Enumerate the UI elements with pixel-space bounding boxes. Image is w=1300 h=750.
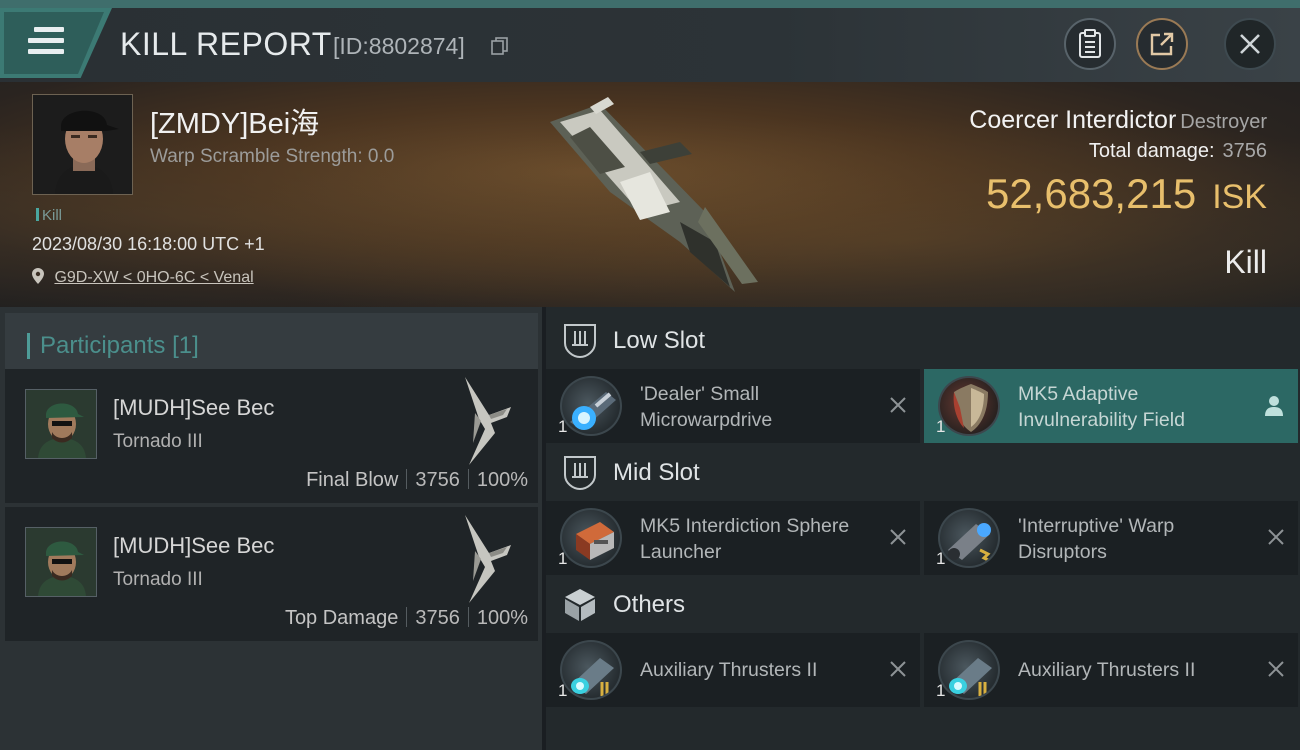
microwarpdrive-icon bbox=[560, 376, 622, 436]
participant-ship-image bbox=[465, 515, 511, 603]
mid-slot-title: Mid Slot bbox=[613, 459, 700, 486]
participant-stats: Final Blow 3756 100% bbox=[306, 469, 528, 492]
clipboard-button[interactable] bbox=[1064, 18, 1116, 70]
participant-role: Final Blow bbox=[306, 469, 399, 491]
module-name: MK5 Adaptive Invulnerability Field bbox=[1018, 383, 1185, 431]
participants-header: Participants [1] bbox=[5, 313, 538, 371]
participants-title: Participants bbox=[40, 332, 166, 359]
thruster-icon bbox=[560, 640, 622, 700]
module-quantity: 1 bbox=[936, 681, 946, 700]
participant-card[interactable]: [MUDH]See Bec Tornado III Top Damage 3756… bbox=[5, 507, 538, 641]
module-item[interactable]: 1 'Dealer' Small Microwarpdrive bbox=[546, 369, 920, 443]
mid-slot-header: Mid Slot bbox=[546, 445, 1300, 501]
low-slot-icon bbox=[564, 324, 596, 359]
participant-card[interactable]: [MUDH]See Bec Tornado III Final Blow 3756… bbox=[5, 369, 538, 503]
remove-icon[interactable] bbox=[1266, 659, 1286, 679]
participants-count: [1] bbox=[172, 332, 199, 359]
participant-stats: Top Damage 3756 100% bbox=[285, 607, 528, 630]
participant-avatar[interactable] bbox=[25, 389, 97, 459]
total-damage: Total damage: 3756 bbox=[1089, 140, 1267, 163]
kill-tag: Kill bbox=[36, 207, 62, 224]
close-button[interactable] bbox=[1224, 18, 1276, 70]
isk-unit: ISK bbox=[1212, 178, 1267, 216]
participant-name: [MUDH]See Bec bbox=[113, 533, 275, 558]
report-id: [ID:8802874] bbox=[333, 33, 465, 59]
module-quantity: 1 bbox=[558, 549, 568, 568]
participant-percent: 100% bbox=[476, 607, 528, 629]
launcher-icon bbox=[560, 508, 622, 568]
remove-icon[interactable] bbox=[888, 659, 908, 679]
others-box-icon bbox=[565, 589, 595, 621]
share-button[interactable] bbox=[1136, 18, 1188, 70]
others-header: Others bbox=[546, 577, 1300, 633]
ship-name: Coercer Interdictor bbox=[969, 106, 1177, 134]
low-slot-title: Low Slot bbox=[613, 327, 706, 354]
person-icon bbox=[1265, 396, 1283, 416]
module-item[interactable]: 1 MK5 Adaptive Invulnerability Field bbox=[924, 369, 1298, 443]
warp-scramble-strength: Warp Scramble Strength: 0.0 bbox=[150, 146, 395, 167]
isk-amount: 52,683,215 bbox=[985, 170, 1197, 217]
participant-avatar[interactable] bbox=[25, 527, 97, 597]
others-title: Others bbox=[613, 591, 686, 618]
module-quantity: 1 bbox=[936, 549, 946, 568]
module-name: 'Interruptive' Warp Disruptors bbox=[1018, 515, 1175, 563]
kill-datetime: 2023/08/30 16:18:00 UTC +1 bbox=[32, 234, 265, 254]
module-name: Auxiliary Thrusters II bbox=[1018, 659, 1196, 681]
share-icon bbox=[1150, 32, 1174, 56]
ship-class: Destroyer bbox=[1180, 111, 1267, 133]
remove-icon[interactable] bbox=[888, 527, 908, 547]
mid-slot-icon bbox=[564, 456, 596, 491]
thruster-icon bbox=[938, 640, 1000, 700]
module-item[interactable]: 1 Auxiliary Thrusters II bbox=[924, 633, 1298, 707]
participant-ship-image bbox=[465, 377, 511, 465]
total-damage-label: Total damage: bbox=[1088, 140, 1215, 162]
ship-type: Coercer Interdictor Destroyer bbox=[969, 106, 1267, 135]
kill-result: Kill bbox=[1224, 244, 1267, 280]
module-name: Auxiliary Thrusters II bbox=[640, 659, 818, 681]
total-damage-value: 3756 bbox=[1222, 140, 1268, 162]
victim-avatar[interactable] bbox=[32, 94, 133, 195]
participant-role: Top Damage bbox=[284, 607, 399, 629]
module-item[interactable]: 1 'Interruptive' Warp Disruptors bbox=[924, 501, 1298, 575]
module-quantity: 1 bbox=[558, 681, 568, 700]
fitting-panel: Low Slot 1 'Dealer' Small Microwarpdrive… bbox=[546, 307, 1300, 750]
menu-icon[interactable] bbox=[28, 27, 64, 57]
module-quantity: 1 bbox=[936, 417, 946, 436]
victim-summary: [ZMDY]Bei海 Warp Scramble Strength: 0.0 K… bbox=[0, 82, 1300, 307]
participant-percent: 100% bbox=[476, 469, 528, 491]
header-bar: KILL REPORT [ID:8802874] bbox=[0, 0, 1300, 82]
module-name: 'Dealer' Small Microwarpdrive bbox=[640, 383, 773, 431]
participants-panel: Participants [1] [MUDH]See Bec Tornado I… bbox=[0, 307, 542, 750]
module-item[interactable]: 1 Auxiliary Thrusters II bbox=[546, 633, 920, 707]
low-slot-header: Low Slot bbox=[546, 313, 1300, 369]
participant-ship: Tornado III bbox=[113, 569, 203, 590]
header-accent-line bbox=[0, 0, 1300, 8]
participant-name: [MUDH]See Bec bbox=[113, 395, 275, 420]
participant-ship: Tornado III bbox=[113, 431, 203, 452]
module-quantity: 1 bbox=[558, 417, 568, 436]
page-title: KILL REPORT bbox=[120, 26, 332, 62]
module-item[interactable]: 1 MK5 Interdiction Sphere Launcher bbox=[546, 501, 920, 575]
close-icon bbox=[1240, 34, 1260, 54]
victim-name: [ZMDY]Bei海 bbox=[150, 108, 320, 140]
victim-ship-image bbox=[550, 97, 758, 292]
clipboard-icon bbox=[1079, 29, 1101, 58]
remove-icon[interactable] bbox=[1266, 527, 1286, 547]
kill-location[interactable]: G9D-XW < 0HO-6C < Venal bbox=[32, 268, 254, 287]
location-pin-icon bbox=[32, 268, 44, 284]
warp-disruptor-icon bbox=[938, 508, 1000, 568]
participant-damage: 3756 bbox=[415, 469, 460, 491]
copy-icon[interactable] bbox=[490, 36, 510, 56]
shield-module-icon bbox=[938, 376, 1000, 436]
isk-value: 52,683,215 ISK bbox=[986, 170, 1267, 218]
remove-icon[interactable] bbox=[888, 395, 908, 415]
module-name: MK5 Interdiction Sphere Launcher bbox=[640, 515, 850, 563]
location-link[interactable]: G9D-XW < 0HO-6C < Venal bbox=[54, 269, 253, 286]
participant-damage: 3756 bbox=[415, 607, 460, 629]
